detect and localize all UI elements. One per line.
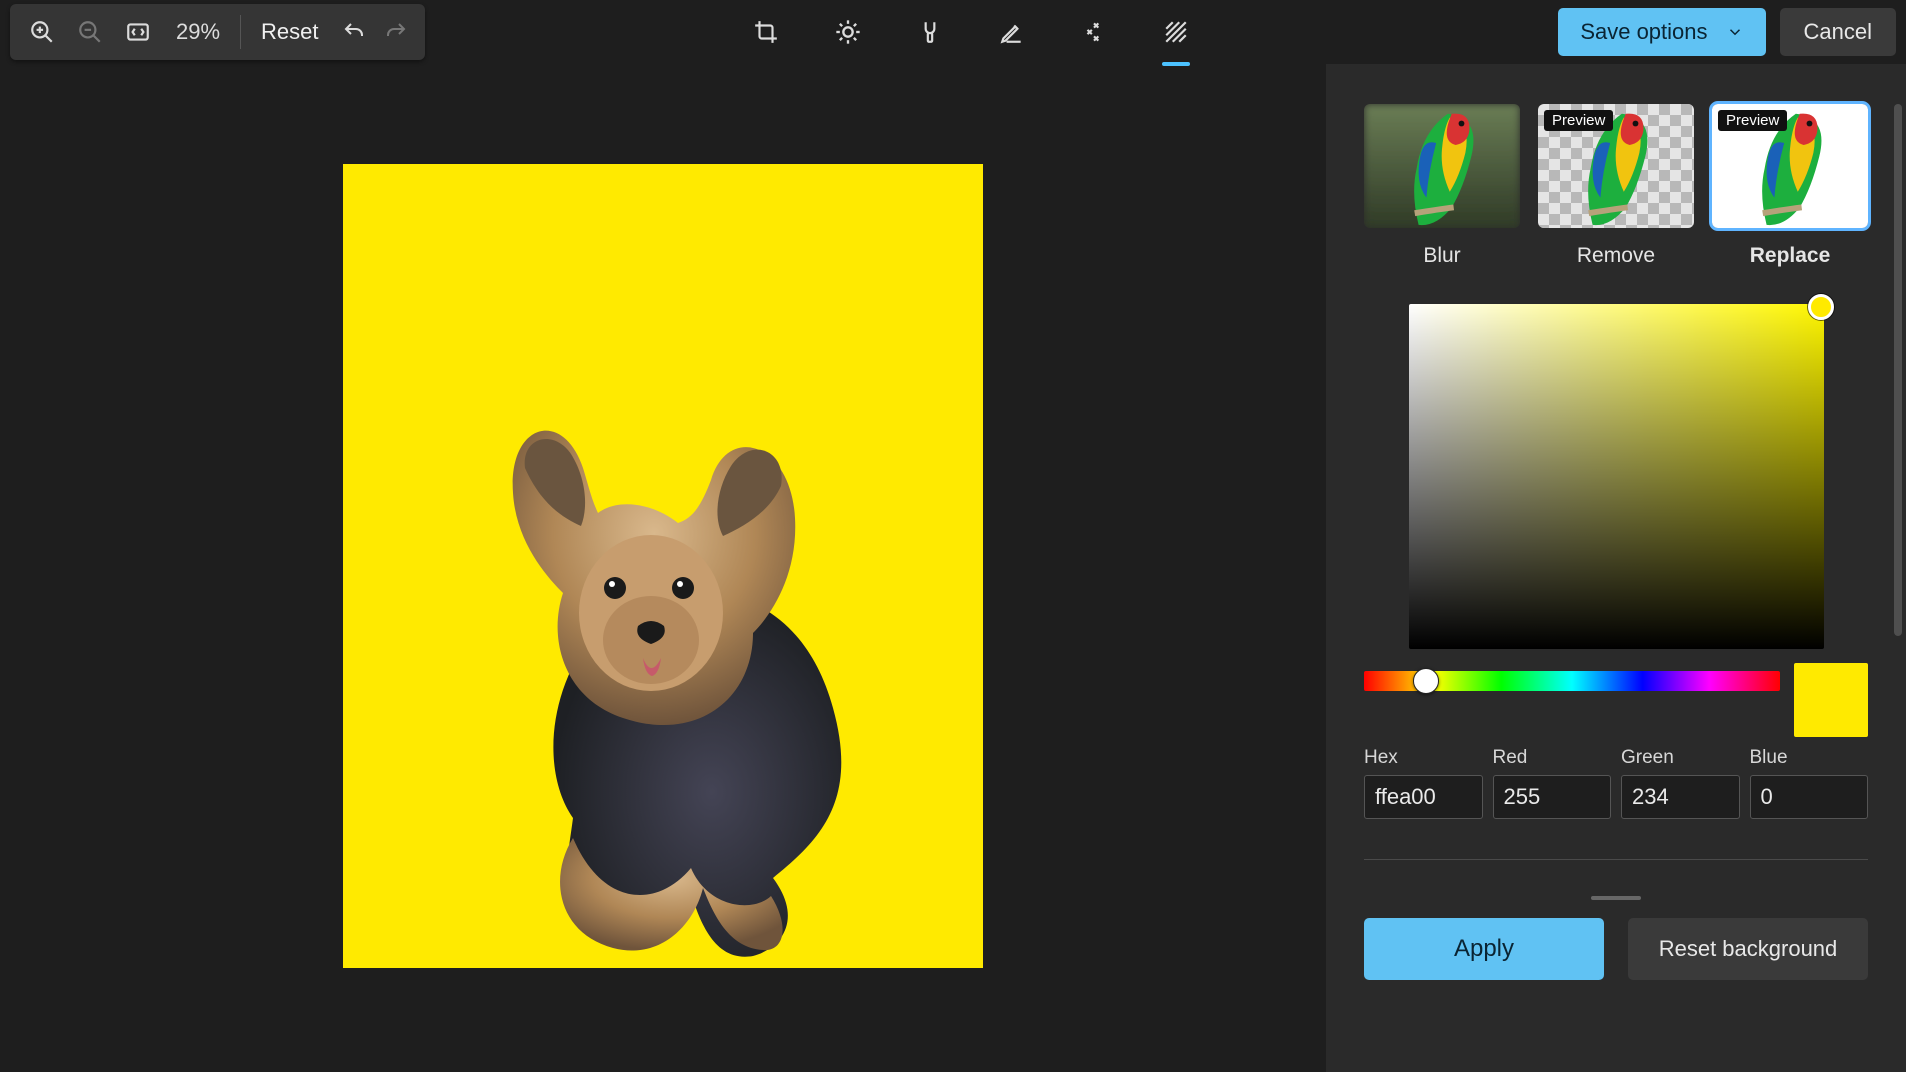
reset-button[interactable]: Reset: [247, 8, 332, 56]
fit-screen-button[interactable]: [114, 8, 162, 56]
toolbar: 29% Reset: [0, 0, 1906, 64]
reset-background-button[interactable]: Reset background: [1628, 918, 1868, 980]
zoom-level-label: 29%: [162, 19, 234, 45]
bg-mode-blur-label: Blur: [1423, 244, 1460, 268]
canvas[interactable]: [343, 164, 983, 968]
markup-tool-button[interactable]: [988, 8, 1036, 56]
save-options-label: Save options: [1580, 19, 1707, 45]
edit-tools-group: [385, 8, 1559, 56]
panel-scrollbar[interactable]: [1894, 104, 1902, 1072]
color-picker: Hex Red Green Blue: [1364, 304, 1868, 819]
green-input[interactable]: [1621, 775, 1740, 819]
top-action-buttons: Save options Cancel: [1558, 8, 1896, 56]
preview-badge: Preview: [1544, 110, 1613, 131]
subject-image: [453, 408, 885, 960]
bg-mode-replace-label: Replace: [1750, 244, 1831, 268]
crop-tool-button[interactable]: [742, 8, 790, 56]
hex-label: Hex: [1364, 747, 1483, 769]
save-options-button[interactable]: Save options: [1558, 8, 1765, 56]
bg-mode-remove[interactable]: Preview Remove: [1538, 104, 1694, 268]
panel-scrollbar-thumb[interactable]: [1894, 104, 1902, 636]
background-panel: Blur: [1326, 64, 1906, 1072]
blue-input[interactable]: [1750, 775, 1869, 819]
divider: [240, 15, 241, 49]
zoom-out-button[interactable]: [66, 8, 114, 56]
background-tool-button[interactable]: [1152, 8, 1200, 56]
blue-label: Blue: [1750, 747, 1869, 769]
spot-fix-tool-button[interactable]: [906, 8, 954, 56]
chevron-down-icon: [1726, 23, 1744, 41]
hue-handle[interactable]: [1413, 668, 1439, 694]
hue-slider[interactable]: [1364, 671, 1780, 691]
saturation-value-field[interactable]: [1409, 304, 1824, 649]
sv-handle[interactable]: [1808, 294, 1834, 320]
drag-handle[interactable]: [1591, 896, 1641, 900]
color-swatch: [1794, 663, 1868, 737]
undo-button[interactable]: [333, 11, 375, 53]
bg-mode-remove-label: Remove: [1577, 244, 1655, 268]
green-label: Green: [1621, 747, 1740, 769]
preview-badge: Preview: [1718, 110, 1787, 131]
background-mode-options: Blur: [1364, 104, 1868, 268]
zoom-controls-group: 29% Reset: [10, 4, 425, 60]
bg-mode-blur[interactable]: Blur: [1364, 104, 1520, 268]
zoom-in-button[interactable]: [18, 8, 66, 56]
panel-action-buttons: Apply Reset background: [1364, 918, 1868, 990]
divider: [1364, 859, 1868, 860]
apply-button[interactable]: Apply: [1364, 918, 1604, 980]
red-label: Red: [1493, 747, 1612, 769]
canvas-area[interactable]: [0, 64, 1326, 1072]
red-input[interactable]: [1493, 775, 1612, 819]
blur-thumbnail: [1364, 104, 1520, 228]
erase-tool-button[interactable]: [1070, 8, 1118, 56]
hex-input[interactable]: [1364, 775, 1483, 819]
cancel-button[interactable]: Cancel: [1780, 8, 1896, 56]
bg-mode-replace[interactable]: Preview Replace: [1712, 104, 1868, 268]
adjustment-tool-button[interactable]: [824, 8, 872, 56]
